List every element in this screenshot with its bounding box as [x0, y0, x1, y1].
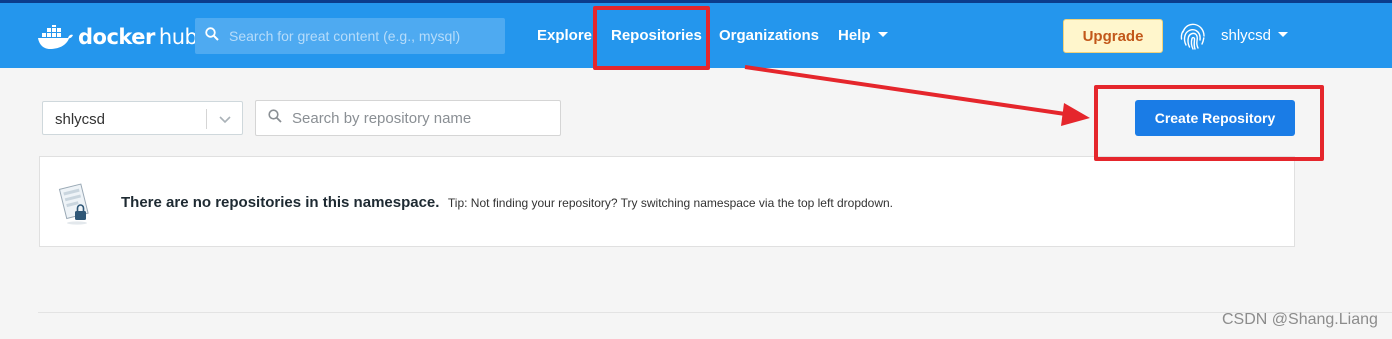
search-icon: [205, 26, 219, 46]
top-navbar: dockerhub Explore Repositories Organizat…: [0, 3, 1392, 68]
locked-repository-icon: [57, 180, 93, 231]
chevron-down-icon: [877, 32, 888, 37]
empty-state-card: There are no repositories in this namesp…: [39, 156, 1295, 247]
namespace-dropdown[interactable]: shlycsd: [42, 101, 243, 135]
empty-state-tip: Tip: Not finding your repository? Try sw…: [447, 196, 894, 210]
nav-organizations[interactable]: Organizations: [719, 27, 819, 44]
empty-state-title: There are no repositories in this namesp…: [121, 194, 440, 211]
create-repository-button[interactable]: Create Repository: [1135, 100, 1295, 136]
user-menu[interactable]: shlycsd: [1221, 27, 1289, 44]
watermark-text: CSDN @Shang.Liang: [1222, 311, 1378, 328]
section-divider: [38, 312, 1392, 313]
chevron-down-icon: [218, 112, 232, 131]
repository-search-bar[interactable]: [255, 100, 561, 136]
upgrade-button[interactable]: Upgrade: [1063, 19, 1163, 53]
search-icon: [268, 108, 282, 128]
namespace-value: shlycsd: [55, 111, 106, 128]
username-label: shlycsd: [1221, 27, 1272, 44]
nav-help-label: Help: [838, 27, 871, 44]
empty-state-message: There are no repositories in this namesp…: [121, 194, 893, 212]
repository-search-input[interactable]: [292, 109, 552, 127]
fingerprint-icon[interactable]: [1177, 20, 1209, 57]
docker-hub-logo[interactable]: docker hub: [38, 21, 198, 53]
logo-text: docker hub: [78, 25, 198, 49]
chevron-down-icon: [1278, 32, 1289, 37]
dropdown-divider: [206, 109, 207, 129]
global-search-input[interactable]: [229, 28, 489, 44]
nav-repositories[interactable]: Repositories: [611, 27, 702, 44]
docker-whale-icon: [38, 25, 74, 49]
nav-help[interactable]: Help: [838, 27, 888, 44]
global-search-bar[interactable]: [195, 18, 505, 54]
nav-explore[interactable]: Explore: [537, 27, 592, 44]
